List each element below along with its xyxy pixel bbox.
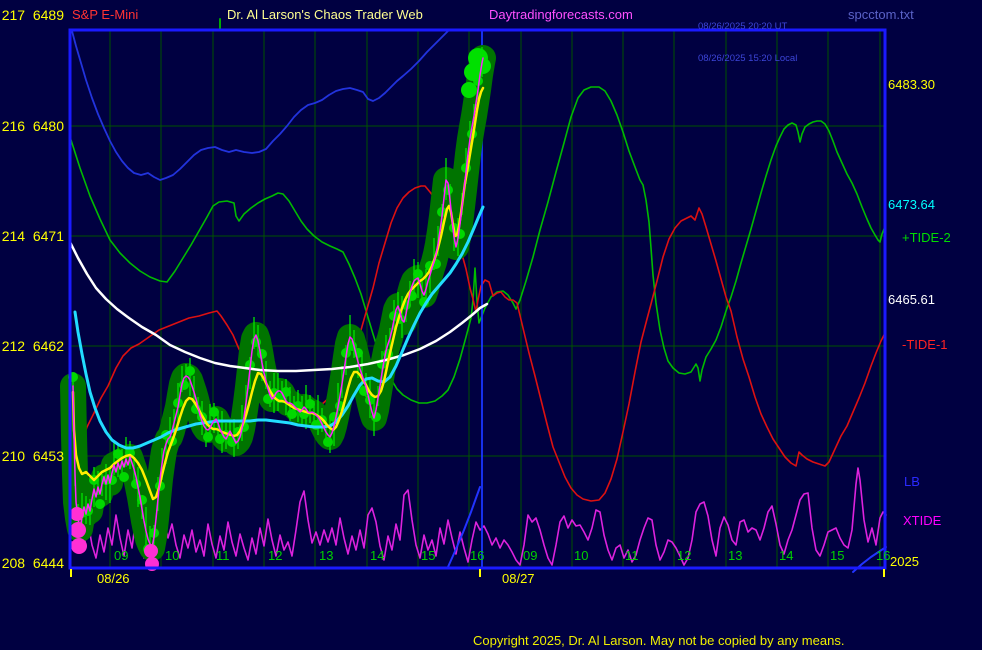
left-axis-label: 216 6480: [0, 118, 64, 134]
price-top-dot: [461, 82, 477, 98]
right-axis-label: XTIDE: [903, 513, 941, 528]
hour-label: 15: [421, 548, 435, 563]
hour-label: 15: [830, 548, 844, 563]
hour-label: 14: [779, 548, 793, 563]
signal-dot: [71, 538, 87, 554]
page-title: Dr. Al Larson's Chaos Trader Web: [227, 7, 423, 22]
hour-label: 10: [574, 548, 588, 563]
hour-label: 09: [114, 548, 128, 563]
signal-dot: [70, 507, 84, 521]
hour-label: 16: [876, 548, 890, 563]
price-dot: [95, 499, 105, 509]
hour-label: 14: [370, 548, 384, 563]
price-dot: [305, 399, 315, 409]
left-axis-label: 214 6471: [0, 228, 64, 244]
symbol-label: S&P E-Mini: [72, 7, 138, 22]
price-dot: [185, 366, 195, 376]
price-dot: [209, 407, 219, 417]
left-axis-label: 212 6462: [0, 338, 64, 354]
right-axis-label: LB: [904, 474, 920, 489]
left-axis-label: 210 6453: [0, 448, 64, 464]
hour-label: 11: [216, 548, 230, 563]
copyright: Copyright 2025, Dr. Al Larson. May not b…: [473, 633, 844, 648]
site-link[interactable]: Daytradingforecasts.com: [489, 7, 633, 22]
signal-dot: [144, 544, 158, 558]
left-axis-label: 208 6444: [0, 555, 64, 571]
date-label: 08/26: [97, 571, 130, 586]
price-dot: [203, 432, 213, 442]
hour-label: 09: [523, 548, 537, 563]
timestamps: 08/26/2025 20:20 UT 08/26/2025 15:20 Loc…: [698, 1, 797, 85]
timestamp-local: 08/26/2025 15:20 Local: [698, 54, 797, 65]
hour-label: 10: [165, 548, 179, 563]
hour-label: 16: [470, 548, 484, 563]
right-axis-label: 6473.64: [888, 197, 935, 212]
price-dot: [323, 437, 333, 447]
signal-dot: [70, 522, 86, 538]
hour-label: 12: [677, 548, 691, 563]
right-axis-label: 6465.61: [888, 292, 935, 307]
right-axis-label: +TIDE-2: [902, 230, 951, 245]
price-dot: [287, 409, 297, 419]
hour-label: 13: [319, 548, 333, 563]
hour-label: 12: [268, 548, 282, 563]
hour-label: 11: [625, 548, 639, 563]
price-dot: [257, 349, 267, 359]
right-axis-label: 2025: [890, 554, 919, 569]
price-dot: [119, 472, 129, 482]
left-axis-label: 217 6489: [0, 7, 64, 23]
hour-label: 13: [728, 548, 742, 563]
right-axis-label: -TIDE-1: [902, 337, 948, 352]
date-label: 08/27: [502, 571, 535, 586]
chart-page: S&P E-Mini Dr. Al Larson's Chaos Trader …: [0, 0, 982, 650]
data-file-label: spcctom.txt: [848, 7, 914, 22]
right-axis-label: 6483.30: [888, 77, 935, 92]
price-dot: [137, 495, 147, 505]
timestamp-ut: 08/26/2025 20:20 UT: [698, 22, 797, 33]
